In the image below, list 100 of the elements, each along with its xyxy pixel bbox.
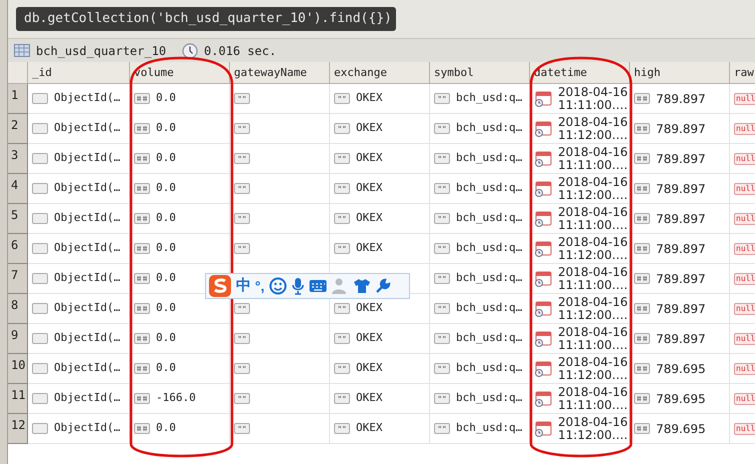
calendar-clock-icon (534, 300, 552, 318)
query-editor[interactable]: db.getCollection('bch_usd_quarter_10').find({}) (16, 7, 396, 31)
table-cell-text: OKEX (356, 120, 382, 136)
number-type-icon (134, 423, 150, 434)
time-text: 11:12:00.… (558, 428, 628, 442)
null-badge: null (734, 302, 755, 314)
shirt-icon[interactable] (352, 278, 370, 294)
number-type-icon (634, 423, 650, 434)
row-number: 12 (8, 414, 28, 444)
time-text: 11:12:00.… (558, 308, 628, 322)
string-type-icon (334, 153, 350, 164)
time-text: 11:12:00.… (558, 128, 628, 142)
column-header[interactable]: datetime (530, 62, 630, 84)
string-type-icon (334, 213, 350, 224)
table-cell-text: ObjectId(… (54, 240, 120, 256)
table-cell-text: bch_usd:q… (456, 210, 522, 226)
string-type-icon (234, 393, 250, 404)
table-cell-text: OKEX (356, 390, 382, 406)
table-cell-text: ObjectId(… (54, 330, 120, 346)
string-type-icon (234, 333, 250, 344)
number-type-icon (134, 303, 150, 314)
null-badge: null (734, 272, 755, 284)
null-badge: null (734, 152, 755, 164)
row-number: 4 (8, 174, 28, 204)
number-type-icon (634, 393, 650, 404)
date-text: 2018-04-16 (558, 356, 628, 368)
table-cell-text: ObjectId(… (54, 120, 120, 136)
calendar-clock-icon (534, 330, 552, 348)
table-cell-text: bch_usd:q… (456, 180, 522, 196)
string-type-icon (434, 213, 450, 224)
row-number: 7 (8, 264, 28, 294)
column-header[interactable]: gatewayName (230, 62, 330, 84)
number-type-icon (134, 363, 150, 374)
time-text: 11:11:00.… (558, 338, 628, 352)
table-cell-text: 0.0 (156, 150, 176, 166)
table-cell-text: bch_usd:q… (456, 330, 522, 346)
table-cell-text: OKEX (356, 180, 382, 196)
string-type-icon (434, 333, 450, 344)
null-badge: null (734, 362, 755, 374)
table-cell-text: 0.0 (156, 360, 176, 376)
table-cell-text: bch_usd:q… (456, 300, 522, 316)
smiley-icon[interactable] (268, 277, 286, 295)
table-cell-text: OKEX (356, 330, 382, 346)
column-header[interactable]: exchange (330, 62, 430, 84)
number-type-icon (134, 213, 150, 224)
column-header[interactable]: _id (28, 62, 130, 84)
string-type-icon (434, 363, 450, 374)
date-text: 2018-04-16 (558, 116, 628, 128)
string-type-icon (234, 363, 250, 374)
number-type-icon (634, 243, 650, 254)
table-cell-text: OKEX (356, 300, 382, 316)
table-cell-text: 789.897 (656, 120, 706, 138)
date-text: 2018-04-16 (558, 416, 628, 428)
table-cell-text: 789.695 (656, 360, 706, 378)
row-number: 5 (8, 204, 28, 234)
ime-logo-icon[interactable] (208, 274, 232, 298)
string-type-icon (434, 243, 450, 254)
column-header[interactable]: raw (730, 62, 755, 84)
keyboard-icon[interactable] (308, 279, 326, 293)
null-badge: null (734, 182, 755, 194)
language-toggle[interactable]: 中 (236, 274, 251, 298)
number-type-icon (634, 123, 650, 134)
table-cell-text: ObjectId(… (54, 300, 120, 316)
calendar-clock-icon (534, 120, 552, 138)
row-number: 11 (8, 384, 28, 414)
number-type-icon (634, 303, 650, 314)
table-cell-text: ObjectId(… (54, 420, 120, 436)
string-type-icon (434, 153, 450, 164)
string-type-icon (234, 303, 250, 314)
null-badge: null (734, 392, 755, 404)
number-type-icon (634, 333, 650, 344)
object-type-icon (32, 183, 48, 194)
wrench-icon[interactable] (374, 278, 390, 294)
object-type-icon (32, 303, 48, 314)
column-header[interactable]: high (630, 62, 730, 84)
number-type-icon (634, 213, 650, 224)
table-cell-text: 0.0 (156, 270, 176, 286)
string-type-icon (234, 423, 250, 434)
string-type-icon (334, 363, 350, 374)
table-cell-text: bch_usd:q… (456, 420, 522, 436)
column-header[interactable]: symbol (430, 62, 530, 84)
string-type-icon (234, 153, 250, 164)
date-text: 2018-04-16 (558, 236, 628, 248)
calendar-clock-icon (534, 420, 552, 438)
string-type-icon (334, 93, 350, 104)
collection-name: bch_usd_quarter_10 (36, 42, 166, 60)
calendar-clock-icon (534, 150, 552, 168)
null-badge: null (734, 92, 755, 104)
object-type-icon (32, 93, 48, 104)
string-type-icon (434, 183, 450, 194)
calendar-clock-icon (534, 180, 552, 198)
calendar-clock-icon (534, 240, 552, 258)
time-text: 11:11:00.… (558, 218, 628, 232)
object-type-icon (32, 243, 48, 254)
microphone-icon[interactable] (290, 277, 304, 295)
string-type-icon (334, 243, 350, 254)
punctuation-toggle[interactable]: °, (255, 276, 264, 296)
calendar-clock-icon (534, 210, 552, 228)
column-header[interactable]: volume (130, 62, 230, 84)
date-text: 2018-04-16 (558, 386, 628, 398)
